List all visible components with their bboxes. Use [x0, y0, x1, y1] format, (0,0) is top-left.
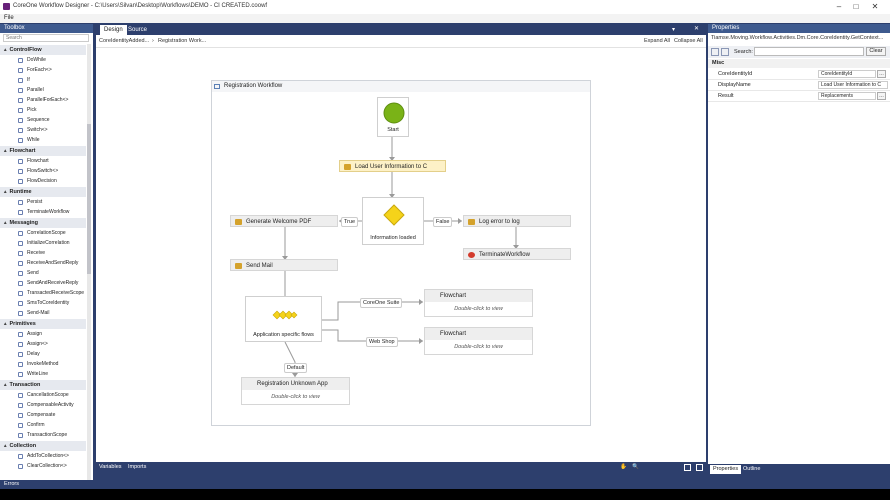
alphabetical-icon[interactable]: [721, 48, 729, 56]
designer-bottom-bar: Variables Imports ✋ 🔍: [96, 462, 706, 473]
flowchart-hint: Double-click to view: [271, 394, 320, 400]
tab-properties[interactable]: Properties: [710, 465, 742, 474]
activity-log-error[interactable]: Log error to log: [463, 215, 571, 227]
switch-label: Application specific flows: [253, 332, 314, 338]
activity-label: TerminateWorkflow: [479, 252, 530, 258]
property-name: CoreIdentityId: [718, 71, 753, 77]
variables-tab[interactable]: Variables: [99, 463, 122, 472]
activity-generate-pdf[interactable]: Generate Welcome PDF: [230, 215, 338, 227]
activity-label: Log error to log: [479, 219, 520, 225]
flowchart-hint: Double-click to view: [454, 306, 503, 312]
imports-tab[interactable]: Imports: [128, 463, 146, 472]
start-node[interactable]: Start: [377, 97, 409, 137]
properties-title: Properties: [708, 24, 890, 33]
decision-diamond-icon: [383, 204, 405, 226]
property-name: DisplayName: [718, 82, 751, 88]
case-default-label: Default: [284, 363, 308, 373]
status-bar: [0, 489, 890, 500]
errors-tab[interactable]: Errors: [4, 481, 19, 487]
decision-label: Information loaded: [370, 235, 416, 241]
search-label: Search:: [734, 49, 753, 55]
activity-icon: [235, 263, 242, 269]
properties-search-input[interactable]: [754, 47, 864, 56]
property-value[interactable]: Replacements: [818, 92, 876, 100]
ellipsis-button[interactable]: …: [877, 92, 886, 100]
selected-type: Tiamse.Moving.Workflow.Activities.Dm.Cor…: [711, 35, 884, 41]
flowchart-title: Registration Unknown App: [242, 378, 349, 390]
start-label: Start: [387, 127, 399, 133]
errors-bar: Errors: [0, 480, 890, 489]
terminate-icon: [468, 252, 475, 258]
flowchart-title: Flowchart: [425, 328, 532, 340]
false-branch-label: False: [433, 217, 453, 227]
property-name: Result: [718, 93, 734, 99]
properties-toolbar: Search: Clear: [708, 46, 890, 58]
pan-icon[interactable]: ✋: [620, 463, 627, 472]
zoom-icon[interactable]: 🔍: [632, 463, 639, 472]
section-misc[interactable]: Misc: [708, 59, 890, 68]
switch-icon: [272, 310, 298, 320]
activity-icon: [468, 219, 475, 225]
properties-tabs: Properties Outline: [708, 464, 890, 474]
switch-node[interactable]: Application specific flows: [245, 296, 322, 342]
flowchart-coreone[interactable]: Flowchart Double-click to view: [424, 289, 533, 317]
true-branch-label: True: [341, 217, 359, 227]
activity-icon: [344, 164, 351, 170]
activity-icon: [235, 219, 242, 225]
flowchart-webshop[interactable]: Flowchart Double-click to view: [424, 327, 533, 355]
fit-to-screen-icon[interactable]: [684, 464, 691, 471]
activity-send-mail[interactable]: Send Mail: [230, 259, 338, 271]
properties-panel: Properties Tiamse.Moving.Workflow.Activi…: [708, 24, 890, 464]
property-row[interactable]: Result Replacements …: [708, 91, 890, 102]
ellipsis-button[interactable]: …: [877, 70, 886, 78]
case-webshop-label: Web Shop: [366, 337, 398, 347]
property-value[interactable]: Load User Information to C: [818, 81, 888, 89]
property-row[interactable]: DisplayName Load User Information to C: [708, 80, 890, 91]
flowchart-unknown-app[interactable]: Registration Unknown App Double-click to…: [241, 377, 350, 405]
start-circle-icon: [383, 102, 405, 124]
decision-node[interactable]: Information loaded: [362, 197, 424, 245]
activity-terminate[interactable]: TerminateWorkflow: [463, 248, 571, 260]
activity-label: Generate Welcome PDF: [246, 219, 312, 225]
tab-outline[interactable]: Outline: [740, 465, 763, 474]
overview-map-icon[interactable]: [696, 464, 703, 471]
activity-label: Load User Information to C: [355, 164, 428, 170]
property-value[interactable]: CoreIdentityId: [818, 70, 876, 78]
clear-button[interactable]: Clear: [866, 47, 886, 56]
categorized-icon[interactable]: [711, 48, 719, 56]
property-row[interactable]: CoreIdentityId CoreIdentityId …: [708, 69, 890, 80]
flowchart-hint: Double-click to view: [454, 344, 503, 350]
activity-label: Send Mail: [246, 263, 273, 269]
activity-load-user[interactable]: Load User Information to C: [339, 160, 446, 172]
case-coreone-label: CoreOne Suite: [360, 298, 403, 308]
flowchart-title: Flowchart: [425, 290, 532, 302]
